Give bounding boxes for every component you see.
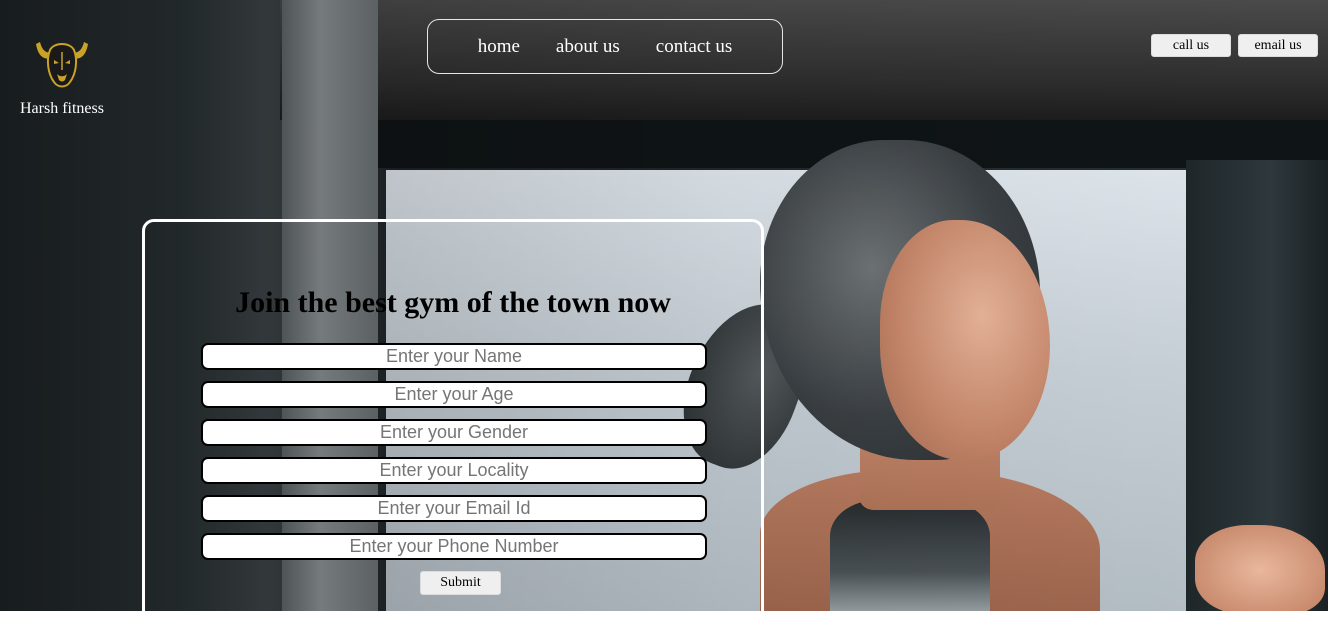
name-field[interactable] (201, 343, 707, 370)
nav-item-about-us[interactable]: about us (556, 36, 620, 58)
signup-heading: Join the best gym of the town now (235, 286, 671, 319)
brand-name: Harsh fitness (20, 100, 104, 117)
call-us-button[interactable]: call us (1151, 34, 1231, 57)
signup-form (201, 343, 707, 571)
signup-card: Join the best gym of the town now Submit (142, 219, 764, 639)
locality-field[interactable] (201, 457, 707, 484)
phone-field[interactable] (201, 533, 707, 560)
email-us-button[interactable]: email us (1238, 34, 1318, 57)
main-nav: home about us contact us (427, 19, 783, 74)
gender-field[interactable] (201, 419, 707, 446)
brand: Harsh fitness (14, 30, 110, 118)
nav-item-home[interactable]: home (478, 36, 520, 58)
email-field[interactable] (201, 495, 707, 522)
age-field[interactable] (201, 381, 707, 408)
bull-head-icon (36, 42, 88, 88)
contact-buttons: call us email us (1151, 34, 1318, 57)
submit-button[interactable]: Submit (420, 571, 501, 595)
nav-item-contact-us[interactable]: contact us (656, 36, 733, 58)
